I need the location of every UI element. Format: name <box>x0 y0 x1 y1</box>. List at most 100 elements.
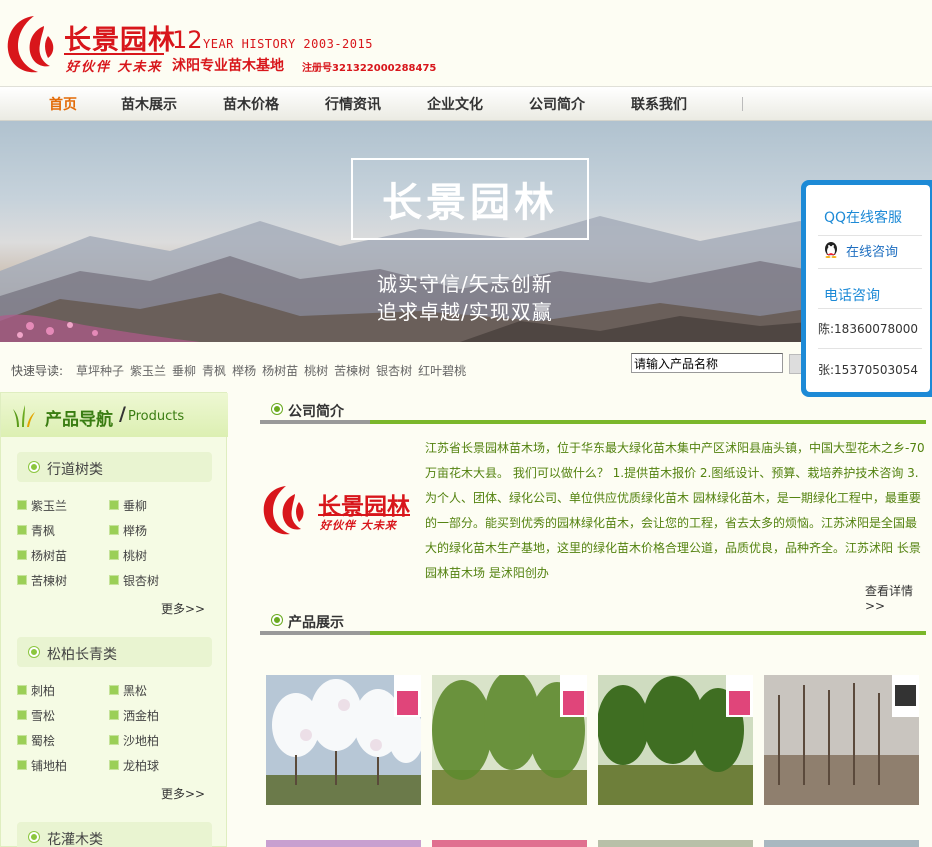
banner-title: 长景园林 <box>382 179 558 226</box>
product-image-partial[interactable] <box>764 840 919 847</box>
section-header-products: 产品展示 <box>260 609 926 635</box>
intro-logo-underline <box>318 514 410 516</box>
section-title[interactable]: 公司简介 <box>288 401 344 421</box>
quick-link[interactable]: 红叶碧桃 <box>418 362 466 379</box>
quick-link[interactable]: 垂柳 <box>172 362 196 379</box>
history-number: 12 <box>172 26 203 54</box>
section-underline <box>370 631 926 635</box>
category-title: 松柏长青类 <box>47 647 117 663</box>
section-underline <box>260 420 370 424</box>
quick-link[interactable]: 桃树 <box>304 362 328 379</box>
sidebar-title-slash: / <box>119 403 126 425</box>
history-text: YEAR HISTORY 2003-2015 <box>203 37 373 51</box>
banner-slogan-2: 追求卓越/实现双赢 <box>377 300 553 324</box>
category-item[interactable]: 沙地柏 <box>109 732 159 749</box>
nav-products[interactable]: 苗木展示 <box>98 94 200 114</box>
qq-service-title: QQ在线客服 <box>824 210 903 226</box>
category-street-trees[interactable]: 行道树类 <box>17 452 212 482</box>
nav-home[interactable]: 首页 <box>28 94 98 114</box>
divider <box>818 235 922 236</box>
section-header-intro: 公司简介 <box>260 398 926 424</box>
section-title[interactable]: 产品展示 <box>288 612 344 632</box>
main-nav: 首页 苗木展示 苗木价格 行情资讯 企业文化 公司简介 联系我们 <box>0 86 932 121</box>
quick-link[interactable]: 草坪种子 <box>76 362 124 379</box>
category-item[interactable]: 铺地柏 <box>17 757 67 774</box>
category-item[interactable]: 蜀桧 <box>17 732 55 749</box>
product-image-partial[interactable] <box>266 840 421 847</box>
bullet-icon <box>272 404 282 414</box>
product-image-maple[interactable] <box>598 675 753 805</box>
sidebar-header: 产品导航 / Products <box>1 393 228 437</box>
category-title: 行道树类 <box>47 462 103 478</box>
category-item[interactable]: 紫玉兰 <box>17 497 67 514</box>
section-underline <box>370 420 926 424</box>
divider <box>818 308 922 309</box>
category-flowering-shrubs[interactable]: 花灌木类 <box>17 822 212 847</box>
nav-about[interactable]: 公司简介 <box>506 94 608 114</box>
section-underline <box>260 631 370 635</box>
banner-slogan-1: 诚实守信/矢志创新 <box>377 272 553 296</box>
category-item[interactable]: 杨树苗 <box>17 547 67 564</box>
quick-link[interactable]: 苦楝树 <box>334 362 370 379</box>
intro-logo-slogan: 好伙伴 大未来 <box>320 519 397 532</box>
hero-banner[interactable]: 长景园林 诚实守信/矢志创新 追求卓越/实现双赢 <box>0 121 932 342</box>
nav-contact[interactable]: 联系我们 <box>608 94 710 114</box>
quick-link[interactable]: 榉杨 <box>232 362 256 379</box>
category-item[interactable]: 洒金柏 <box>109 707 159 724</box>
quick-nav-links: 草坪种子 紫玉兰 垂柳 青枫 榉杨 杨树苗 桃树 苦楝树 银杏树 红叶碧桃 <box>76 362 466 379</box>
logo-name[interactable]: 长景园林 <box>64 18 176 57</box>
category-item[interactable]: 垂柳 <box>109 497 147 514</box>
online-consult-link[interactable]: 在线咨询 <box>846 241 898 260</box>
product-image-partial[interactable] <box>432 840 587 847</box>
grass-icon <box>13 405 35 427</box>
base-text: 沭阳专业苗木基地 <box>172 58 284 74</box>
sidebar-title-en: Products <box>128 409 185 424</box>
divider <box>818 268 922 269</box>
banner-title-box: 长景园林 <box>351 158 589 240</box>
quick-nav-label: 快速导读: <box>11 364 64 378</box>
logo-leaf-icon[interactable] <box>4 12 60 76</box>
category-item[interactable]: 刺柏 <box>17 682 55 699</box>
customer-service-panel: QQ在线客服 在线咨询 电话咨询 陈:18360078000 张:1537050… <box>801 180 932 397</box>
more-link[interactable]: 更多>> <box>161 785 205 802</box>
logo-slogan: 好伙伴 大未来 <box>66 60 163 75</box>
category-item[interactable]: 榉杨 <box>109 522 147 539</box>
product-image-magnolia[interactable] <box>266 675 421 805</box>
product-sidebar: 产品导航 / Products 行道树类 紫玉兰 垂柳 青枫 榉杨 杨树苗 桃树… <box>0 392 228 847</box>
qq-penguin-icon[interactable] <box>822 240 840 258</box>
divider <box>818 348 922 349</box>
bullet-icon <box>29 832 39 842</box>
site-header: 长景园林 好伙伴 大未来 12 YEAR HISTORY 2003-2015 沭… <box>0 0 932 86</box>
more-link[interactable]: 更多>> <box>161 600 205 617</box>
category-item[interactable]: 银杏树 <box>109 572 159 589</box>
category-title: 花灌木类 <box>47 832 103 847</box>
category-item[interactable]: 桃树 <box>109 547 147 564</box>
category-item[interactable]: 雪松 <box>17 707 55 724</box>
quick-link[interactable]: 银杏树 <box>376 362 412 379</box>
product-search-input[interactable] <box>631 353 783 373</box>
category-item[interactable]: 黑松 <box>109 682 147 699</box>
phone-consult-title: 电话咨询 <box>824 288 880 304</box>
nav-news[interactable]: 行情资讯 <box>302 94 404 114</box>
product-image-poplar[interactable] <box>764 675 919 805</box>
nav-culture[interactable]: 企业文化 <box>404 94 506 114</box>
nav-separator <box>742 97 743 111</box>
registration-number: 注册号321322000288475 <box>302 63 437 74</box>
bullet-icon <box>29 462 39 472</box>
product-image-willow[interactable] <box>432 675 587 805</box>
quick-nav-bar: 快速导读: 草坪种子 紫玉兰 垂柳 青枫 榉杨 杨树苗 桃树 苦楝树 银杏树 红… <box>0 342 932 392</box>
phone-number-2: 张:15370503054 <box>818 363 919 377</box>
quick-link[interactable]: 紫玉兰 <box>130 362 166 379</box>
category-item[interactable]: 龙柏球 <box>109 757 159 774</box>
sidebar-title: 产品导航 <box>45 410 113 430</box>
bullet-icon <box>29 647 39 657</box>
product-image-partial[interactable] <box>598 840 753 847</box>
category-evergreen[interactable]: 松柏长青类 <box>17 637 212 667</box>
customer-service-inner: QQ在线客服 在线咨询 电话咨询 陈:18360078000 张:1537050… <box>806 185 930 392</box>
category-item[interactable]: 青枫 <box>17 522 55 539</box>
category-item[interactable]: 苦楝树 <box>17 572 67 589</box>
quick-link[interactable]: 青枫 <box>202 362 226 379</box>
quick-link[interactable]: 杨树苗 <box>262 362 298 379</box>
company-intro-text: 江苏省长景园林苗木场，位于华东最大绿化苗木集中产区沭阳县庙头镇，中国大型花木之乡… <box>425 441 925 580</box>
nav-prices[interactable]: 苗木价格 <box>200 94 302 114</box>
